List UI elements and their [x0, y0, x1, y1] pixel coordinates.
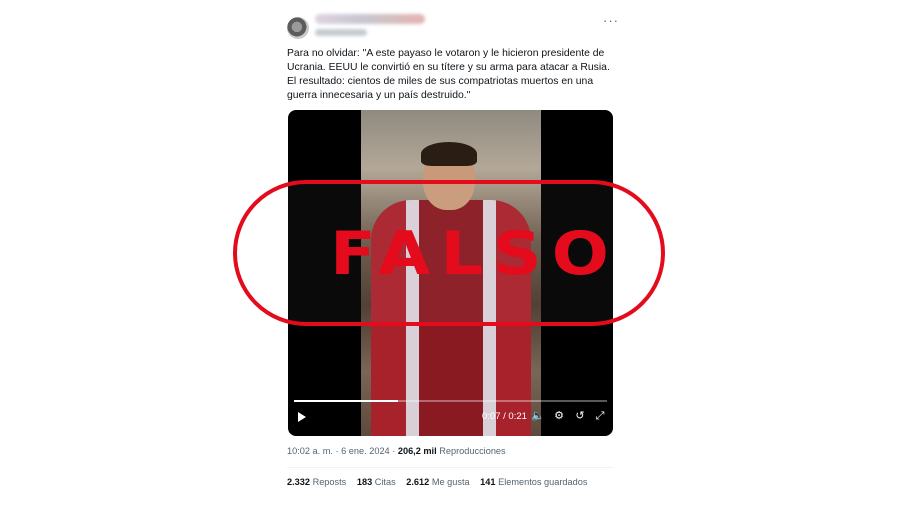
tweet-card: ··· Para no olvidar: "A este payaso le v…: [0, 0, 900, 507]
falso-stamp-word: FALSO: [330, 219, 619, 289]
volume-icon[interactable]: 🔈: [531, 410, 545, 422]
settings-icon[interactable]: ⚙: [553, 410, 565, 422]
video-controls: 0:07 / 0:21 🔈 ⚙ ↺ ⤢: [288, 400, 613, 436]
avatar[interactable]: [287, 17, 309, 39]
fullscreen-icon[interactable]: ⤢: [594, 410, 606, 422]
blurred-handle[interactable]: [315, 29, 367, 36]
current-time: 0:07: [482, 411, 501, 422]
bookmarks-stat[interactable]: 141 Elementos guardados: [480, 477, 587, 487]
duration: 0:21: [508, 411, 527, 422]
tweet-meta: 10:02 a. m. · 6 ene. 2024 · 206,2 mil Re…: [287, 446, 506, 456]
video-time: 0:07 / 0:21: [482, 411, 527, 422]
collapse-icon[interactable]: ↺: [574, 410, 586, 422]
reposts-stat[interactable]: 2.332 Reposts: [287, 477, 346, 487]
video-figure-hair: [421, 142, 477, 166]
divider: [287, 467, 613, 468]
timestamp[interactable]: 10:02 a. m. · 6 ene. 2024 ·: [287, 446, 395, 456]
views-count: 206,2 mil: [397, 446, 437, 456]
video-progress-fill: [294, 400, 399, 402]
play-icon[interactable]: [298, 412, 306, 422]
tweet-stats: 2.332 Reposts 183 Citas 2.612 Me gusta 1…: [287, 477, 595, 487]
quotes-stat[interactable]: 183 Citas: [357, 477, 396, 487]
views-label: Reproducciones: [439, 446, 506, 456]
video-progress-bar[interactable]: [294, 400, 607, 402]
likes-stat[interactable]: 2.612 Me gusta: [406, 477, 469, 487]
ellipsis-icon[interactable]: ···: [603, 13, 619, 28]
blurred-display-name[interactable]: [315, 14, 425, 24]
tweet-text: Para no olvidar: "A este payaso le votar…: [287, 48, 610, 101]
